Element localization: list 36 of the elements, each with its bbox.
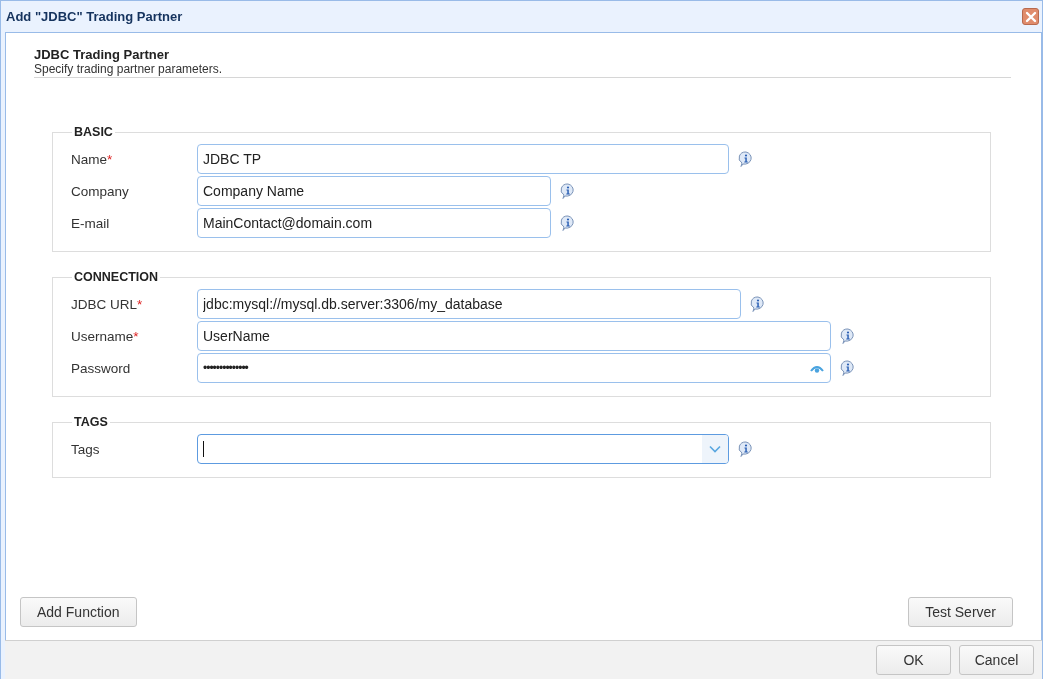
section-legend: BASIC — [72, 125, 115, 139]
action-button[interactable]: Test Server — [908, 597, 1013, 627]
info-icon[interactable] — [560, 215, 576, 231]
text-field[interactable]: UserName — [197, 321, 831, 351]
info-icon[interactable] — [840, 328, 856, 344]
section-legend: CONNECTION — [72, 270, 161, 284]
info-icon[interactable] — [560, 183, 576, 199]
field-label: Username* — [71, 328, 140, 344]
panel-title: JDBC Trading Partner — [34, 47, 171, 62]
field-label: Password — [71, 360, 132, 376]
info-icon[interactable] — [840, 360, 856, 376]
info-icon[interactable] — [738, 441, 754, 457]
eye-icon[interactable] — [810, 363, 824, 373]
dialog-button[interactable]: Cancel — [959, 645, 1034, 675]
close-icon — [1024, 10, 1037, 23]
dialog-button[interactable]: OK — [876, 645, 951, 675]
field-label: Company — [71, 183, 130, 199]
password-field[interactable]: •••••••••••••• — [197, 353, 831, 383]
panel-subtitle: Specify trading partner parameters. — [34, 62, 224, 76]
window-title: Add "JDBC" Trading Partner — [6, 9, 183, 24]
action-button[interactable]: Add Function — [20, 597, 137, 627]
field-label: JDBC URL* — [71, 296, 144, 312]
field-label: Tags — [71, 441, 101, 457]
field-label: Name* — [71, 151, 114, 167]
text-field[interactable]: JDBC TP — [197, 144, 729, 174]
dropdown-trigger[interactable] — [702, 435, 728, 463]
info-icon[interactable] — [738, 151, 754, 167]
text-field[interactable]: Company Name — [197, 176, 551, 206]
field-label: E-mail — [71, 215, 111, 231]
text-field[interactable]: MainContact@domain.com — [197, 208, 551, 238]
text-field[interactable]: jdbc:mysql://mysql.db.server:3306/my_database — [197, 289, 741, 319]
section-legend: TAGS — [72, 415, 110, 429]
chevron-down-icon — [709, 445, 721, 453]
tags-combo-field[interactable] — [197, 434, 729, 464]
info-icon[interactable] — [750, 296, 766, 312]
close-button[interactable] — [1022, 8, 1039, 25]
